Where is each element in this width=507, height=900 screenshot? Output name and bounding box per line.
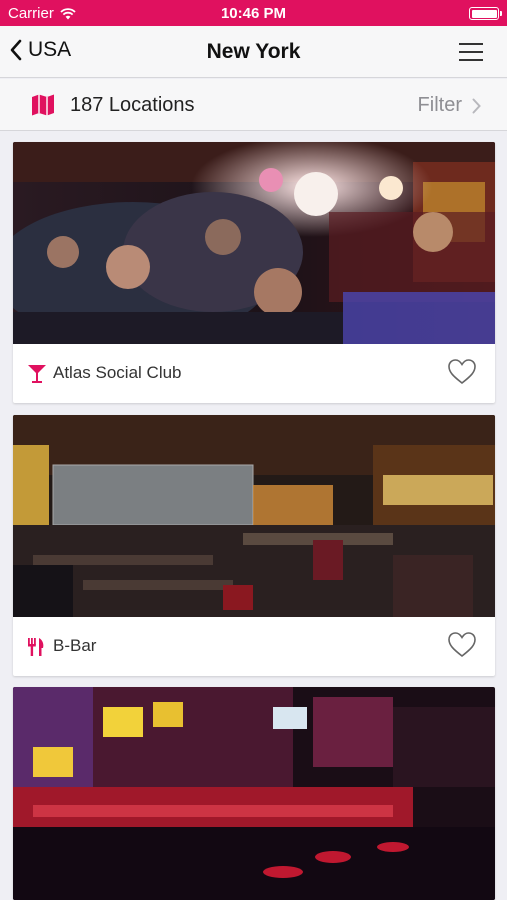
filter-label: Filter [417,94,462,116]
navigation-bar: USA New York [0,26,507,78]
location-card[interactable]: Atlas Social Club [13,142,495,403]
clock: 10:46 PM [220,5,287,22]
heart-outline-icon[interactable] [447,358,477,386]
status-bar: Carrier 10:46 PM [0,0,507,26]
card-footer: Atlas Social Club [13,344,495,402]
battery-icon [469,7,502,20]
card-footer: B-Bar [13,617,495,675]
map-icon [32,94,54,116]
chevron-right-icon [472,98,481,113]
locations-count: 187 Locations [70,94,195,116]
venue-photo [13,687,495,900]
location-card[interactable]: B-Bar [13,415,495,676]
heart-outline-icon[interactable] [447,631,477,659]
locations-bar: 187 Locations Filter [0,79,507,131]
restaurant-icon [28,638,44,656]
page-title: New York [206,40,301,63]
venue-photo [13,142,495,344]
location-card[interactable] [13,687,495,900]
filter-button[interactable]: Filter [418,94,481,117]
cocktail-icon [28,365,46,383]
menu-button[interactable] [459,43,483,61]
venue-photo [13,415,495,617]
venue-name: Atlas Social Club [53,363,182,382]
venue-name: B-Bar [53,636,97,655]
